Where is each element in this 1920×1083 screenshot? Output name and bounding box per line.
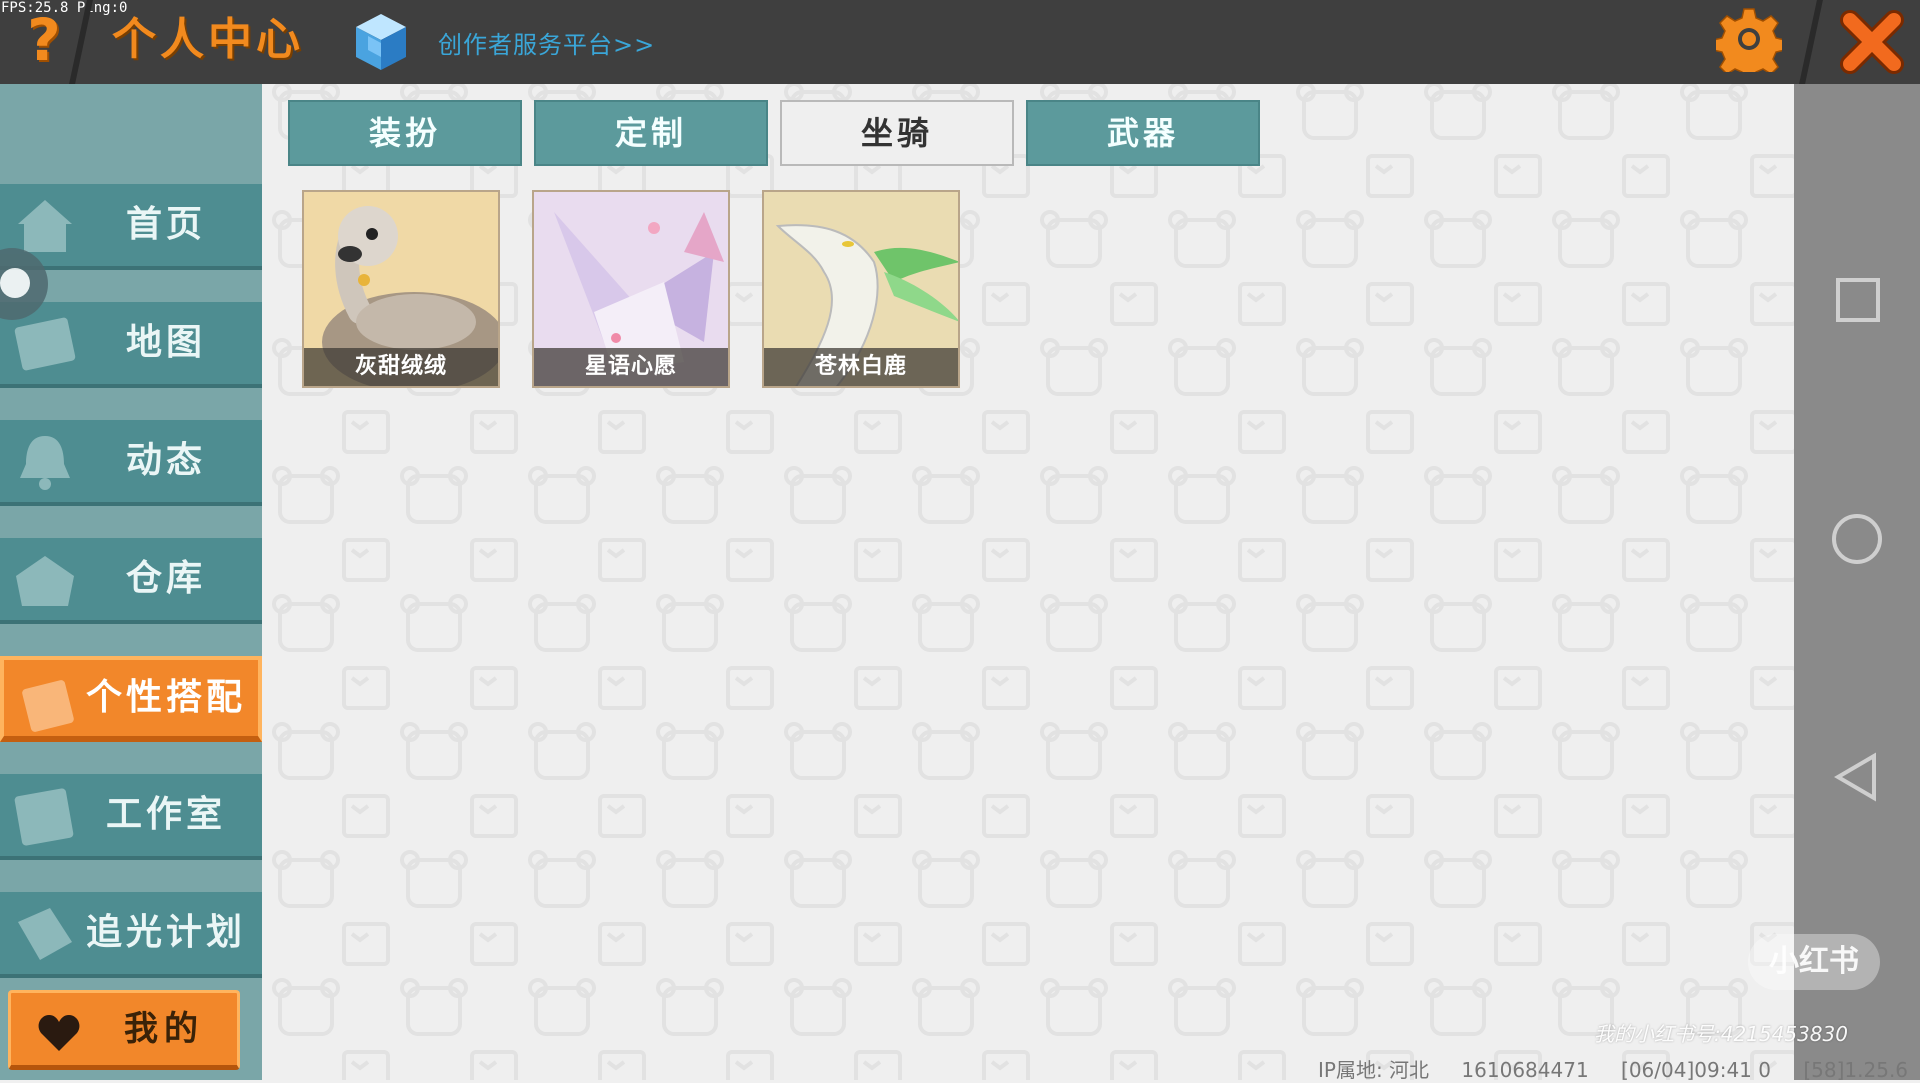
footer-info: IP属地: 河北 1610684471 [06/04]09:41 0 [58]1… [1318, 1054, 1920, 1083]
mine-button-label: 我的 [124, 1009, 204, 1049]
ip-location: IP属地: 河北 [1318, 1058, 1430, 1082]
tab-mounts[interactable]: 坐骑 [780, 100, 1014, 166]
sidebar-item-label: 首页 [125, 204, 206, 245]
back-triangle-icon[interactable] [1824, 744, 1890, 810]
recent-apps-icon[interactable] [1824, 266, 1890, 332]
help-question-icon[interactable]: ? [18, 8, 70, 72]
timestamp: [06/04]09:41 0 [1621, 1058, 1771, 1082]
creator-platform-link[interactable]: 创作者服务平台>> [354, 10, 655, 74]
watermark-account-id: 我的小红书号:4215453830 [1594, 1022, 1848, 1046]
sidebar-item-feed[interactable]: 动态 [0, 420, 262, 506]
sidebar-item-home[interactable]: 首页 [0, 184, 262, 270]
heart-icon [38, 1015, 80, 1051]
sidebar: 首页 地图 动态 仓库 个性搭配 工作室 追光计划 我的 [0, 84, 262, 1080]
sidebar-item-label: 个性搭配 [85, 677, 246, 718]
main-panel: 装扮 定制 坐骑 武器 灰甜绒绒 星语心愿 苍林白鹿 [262, 84, 1794, 1080]
mount-card[interactable]: 苍林白鹿 [762, 190, 960, 388]
cube-logo-icon [356, 14, 406, 70]
sidebar-item-label: 追光计划 [85, 912, 246, 953]
top-bar: FPS:25.8 Ping:0 ? 个人中心 创作者服务平台>> [0, 0, 1920, 84]
page-title: 个人中心 [112, 14, 304, 65]
close-icon[interactable] [1836, 8, 1908, 76]
system-nav-bar [1794, 84, 1920, 1080]
mine-button[interactable]: 我的 [8, 990, 240, 1070]
mount-card[interactable]: 星语心愿 [532, 190, 730, 388]
home-circle-icon[interactable] [1824, 506, 1890, 572]
gear-icon[interactable] [1716, 6, 1782, 72]
sidebar-item-label: 动态 [125, 440, 206, 481]
version: [58]1.25.6 [1803, 1058, 1909, 1082]
mount-card[interactable]: 灰甜绒绒 [302, 190, 500, 388]
divider [1799, 0, 1823, 84]
sidebar-item-label: 地图 [125, 322, 206, 363]
tab-custom[interactable]: 定制 [534, 100, 768, 166]
sidebar-item-label: 仓库 [125, 558, 206, 599]
creator-link-text: 创作者服务平台>> [438, 30, 656, 59]
tab-outfit[interactable]: 装扮 [288, 100, 522, 166]
sidebar-item-outfit[interactable]: 个性搭配 [0, 656, 262, 742]
sidebar-item-warehouse[interactable]: 仓库 [0, 538, 262, 624]
sidebar-item-studio[interactable]: 工作室 [0, 774, 262, 860]
xiaohongshu-watermark: 小红书 [1748, 934, 1880, 990]
sidebar-item-map[interactable]: 地图 [0, 302, 262, 388]
sidebar-item-label: 工作室 [105, 794, 226, 835]
mount-name: 灰甜绒绒 [304, 348, 498, 386]
user-id: 1610684471 [1461, 1058, 1589, 1082]
mount-name: 星语心愿 [534, 348, 728, 386]
tab-weapons[interactable]: 武器 [1026, 100, 1260, 166]
sidebar-item-chase-light[interactable]: 追光计划 [0, 892, 262, 978]
mount-name: 苍林白鹿 [764, 348, 958, 386]
